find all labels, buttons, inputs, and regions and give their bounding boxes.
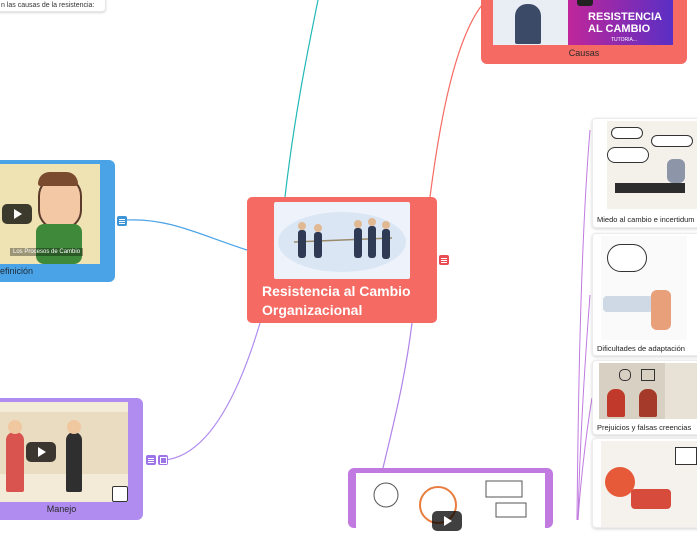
node-bottom[interactable] bbox=[348, 468, 553, 533]
causas-banner-small: TUTORIA... bbox=[611, 37, 638, 43]
side-card-dificultades[interactable]: Dificultades de adaptación bbox=[592, 233, 697, 356]
causas-image: RESISTENCIA AL CAMBIO TUTORIA... bbox=[493, 0, 673, 45]
side-card-bottom[interactable] bbox=[592, 438, 697, 528]
definicion-label: efinición bbox=[0, 266, 34, 276]
causas-label: Causas bbox=[568, 48, 600, 58]
central-title: Resistencia al Cambio Organizacional bbox=[262, 283, 411, 318]
central-node[interactable]: Resistencia al Cambio Organizacional bbox=[247, 197, 437, 323]
definicion-notes-icon[interactable] bbox=[117, 216, 127, 226]
side-card-prejuicios[interactable]: Prejuicios y falsas creencias bbox=[592, 360, 697, 435]
node-definicion[interactable]: Los Procesos de Cambio efinición bbox=[0, 160, 115, 282]
manejo-notes-icon[interactable] bbox=[146, 455, 156, 465]
side-card-label: Prejuicios y falsas creencias bbox=[597, 423, 692, 432]
cartoon-image bbox=[601, 236, 687, 340]
central-notes-icon[interactable] bbox=[439, 255, 449, 265]
side-card-label: Miedo al cambio e incertidum bbox=[597, 215, 695, 224]
play-icon[interactable] bbox=[432, 511, 462, 531]
side-card-label: Dificultades de adaptación bbox=[597, 344, 685, 353]
play-icon[interactable] bbox=[2, 204, 32, 224]
cartoon-image-2 bbox=[665, 363, 697, 419]
definicion-caption: Los Procesos de Cambio bbox=[10, 248, 84, 256]
note-causas-resistencia[interactable]: n las causas de la resistencia: bbox=[0, 0, 106, 12]
play-icon bbox=[577, 0, 593, 6]
node-causas[interactable]: RESISTENCIA AL CAMBIO TUTORIA... Causas bbox=[481, 0, 687, 64]
cartoon-image bbox=[601, 441, 697, 527]
manejo-attachment-icon[interactable] bbox=[158, 455, 168, 465]
cartoon-image bbox=[599, 363, 665, 419]
watermark-icon bbox=[112, 486, 128, 502]
tug-of-war-image bbox=[274, 202, 410, 279]
manejo-label: Manejo bbox=[46, 504, 77, 514]
manejo-image bbox=[0, 402, 128, 502]
causas-banner-line1: RESISTENCIA bbox=[588, 11, 662, 23]
cartoon-image bbox=[607, 121, 697, 209]
definicion-image: Los Procesos de Cambio bbox=[0, 164, 100, 264]
side-card-miedo[interactable]: Miedo al cambio e incertidum bbox=[592, 118, 697, 228]
causas-banner-line2: AL CAMBIO bbox=[588, 23, 651, 35]
note-text: n las causas de la resistencia: bbox=[1, 2, 95, 9]
bottom-image bbox=[356, 473, 545, 533]
play-icon[interactable] bbox=[26, 442, 56, 462]
node-manejo[interactable]: Manejo bbox=[0, 398, 143, 520]
